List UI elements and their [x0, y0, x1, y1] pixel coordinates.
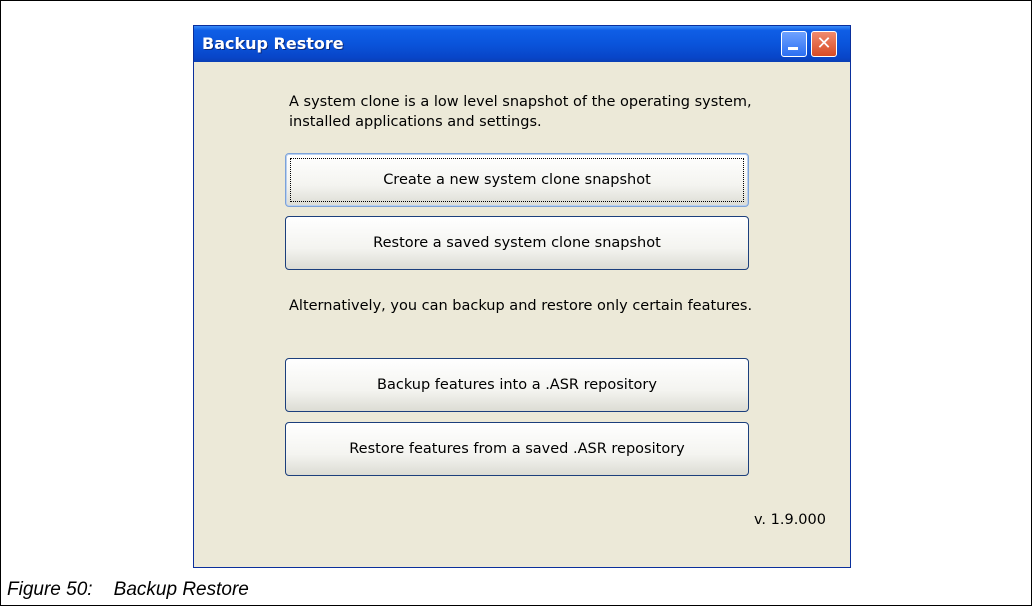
backup-restore-window: Backup Restore ✕ A system clone is a low…: [193, 25, 851, 568]
minimize-button[interactable]: [781, 31, 807, 57]
restore-features-label: Restore features from a saved .ASR repos…: [349, 441, 685, 457]
create-snapshot-button[interactable]: Create a new system clone snapshot: [285, 153, 749, 207]
alternative-text: Alternatively, you can backup and restor…: [289, 298, 753, 314]
window-title: Backup Restore: [202, 34, 344, 53]
intro-text: A system clone is a low level snapshot o…: [289, 94, 752, 130]
figure-frame: Backup Restore ✕ A system clone is a low…: [0, 0, 1032, 572]
backup-features-label: Backup features into a .ASR repository: [377, 377, 657, 393]
minimize-icon: [788, 47, 798, 50]
restore-snapshot-button[interactable]: Restore a saved system clone snapshot: [285, 216, 749, 270]
title-bar[interactable]: Backup Restore ✕: [194, 26, 850, 62]
restore-snapshot-label: Restore a saved system clone snapshot: [373, 235, 661, 251]
close-button[interactable]: ✕: [811, 31, 837, 57]
create-snapshot-label: Create a new system clone snapshot: [383, 172, 651, 188]
version-label: v. 1.9.000: [753, 512, 826, 528]
restore-features-button[interactable]: Restore features from a saved .ASR repos…: [285, 422, 749, 476]
caption-box: Figure 50: Backup Restore: [0, 571, 1032, 606]
figure-caption: Figure 50: Backup Restore: [7, 579, 249, 600]
backup-features-button[interactable]: Backup features into a .ASR repository: [285, 358, 749, 412]
close-icon: ✕: [816, 33, 832, 54]
